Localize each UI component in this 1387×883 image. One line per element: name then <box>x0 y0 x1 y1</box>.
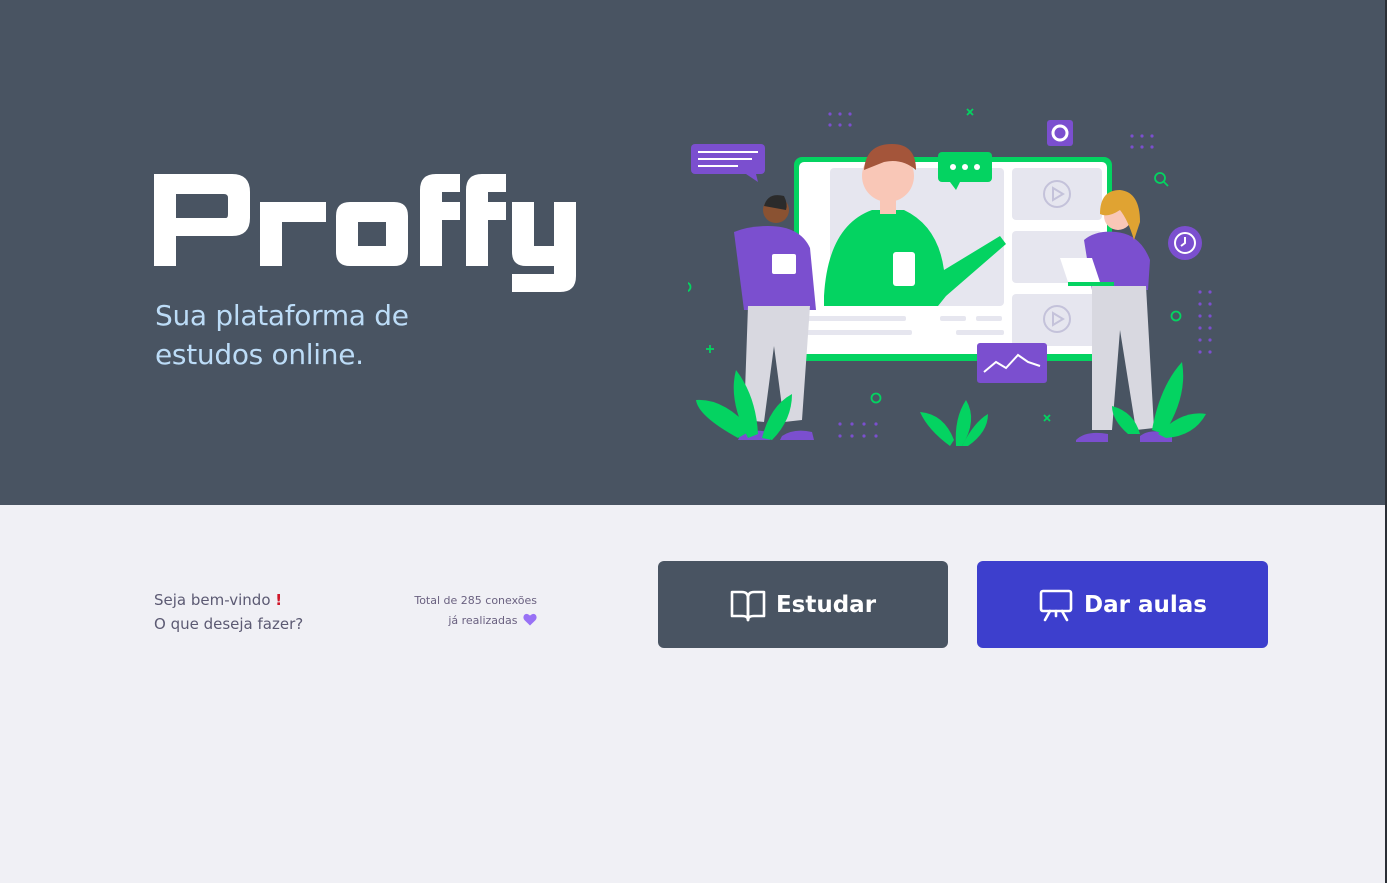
purple-heart-icon <box>523 613 537 626</box>
book-open-icon <box>730 590 766 621</box>
hero-section: Sua plataforma de estudos online. <box>0 0 1387 505</box>
welcome-line-2: O que deseja fazer? <box>154 615 304 633</box>
exclamation-mark: ! <box>275 591 283 609</box>
presentation-icon <box>1039 589 1073 621</box>
proffy-logo <box>154 170 578 295</box>
teach-button-label: Dar aulas <box>1084 591 1207 618</box>
welcome-line-1: Seja bem-vindo ! <box>154 588 303 612</box>
tagline: Sua plataforma de estudos online. <box>155 299 409 371</box>
study-button-label: Estudar <box>775 591 877 618</box>
study-button[interactable]: Estudar <box>658 561 948 648</box>
online-class-illustration <box>688 108 1212 446</box>
connections-line-2: já realizadas <box>448 614 518 627</box>
welcome-greeting: Seja bem-vindo <box>154 591 271 609</box>
proffy-logo-wordmark <box>154 174 576 292</box>
connections-line-2-wrap: já realizadas <box>400 611 537 631</box>
welcome-message: Seja bem-vindo ! O que deseja fazer? <box>154 588 303 636</box>
teach-button[interactable]: Dar aulas <box>977 561 1268 648</box>
total-connections: Total de 285 conexões já realizadas <box>400 591 537 631</box>
connections-line-1: Total de 285 conexões <box>414 594 537 607</box>
